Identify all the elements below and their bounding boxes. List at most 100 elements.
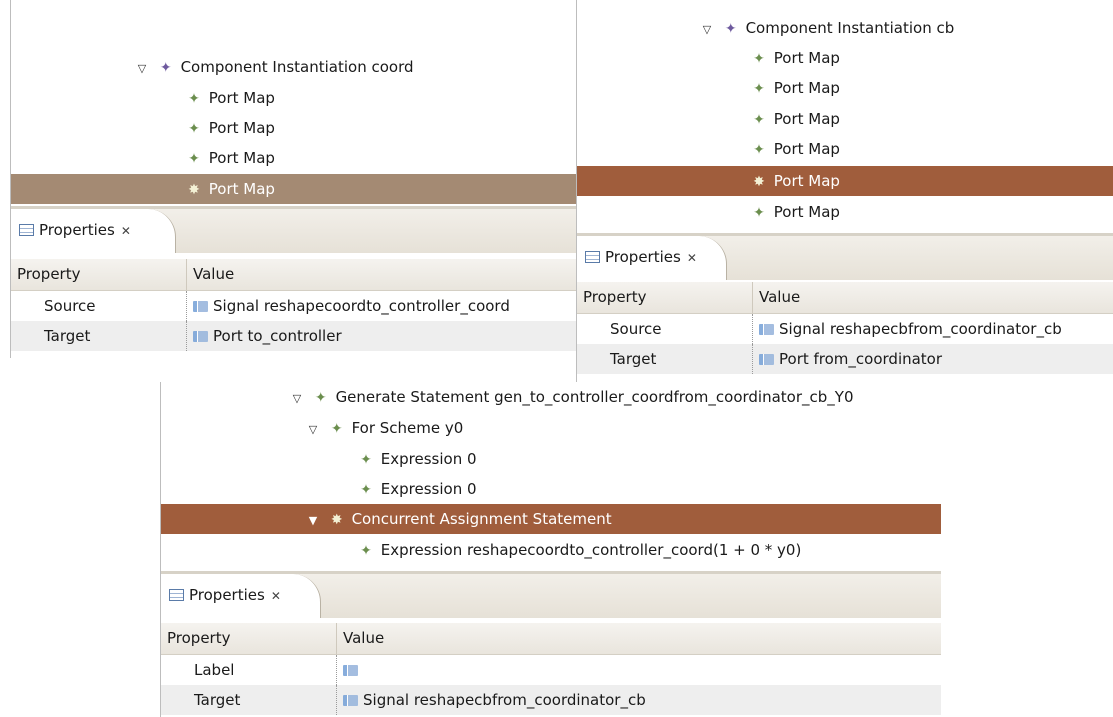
collapse-icon[interactable]: ▽ xyxy=(288,384,306,414)
tree-node-port-map[interactable]: ✦ Port Map xyxy=(577,197,1113,227)
green-diamond-icon: ✦ xyxy=(188,121,200,137)
table-row[interactable]: Source Signal reshapecbfrom_coordinator_… xyxy=(577,314,1113,344)
properties-view: Properties ✕ Property Value Source Signal… xyxy=(11,206,577,358)
table-row[interactable]: Target Port to_controller xyxy=(11,321,577,351)
port-icon xyxy=(759,354,774,365)
property-value-text: Port from_coordinator xyxy=(779,350,943,368)
property-value-text: Signal reshapecoordto_controller_coord xyxy=(213,297,510,315)
column-header-value[interactable]: Value xyxy=(186,259,234,290)
green-diamond-icon: ✦ xyxy=(753,205,765,221)
collapse-icon[interactable]: ▽ xyxy=(698,15,716,45)
properties-view: Properties ✕ Property Value Label Target … xyxy=(161,571,941,717)
sparkle-icon: ✸ xyxy=(753,174,765,190)
tree-node-label: Port Map xyxy=(208,89,275,107)
label-icon xyxy=(343,665,358,676)
tab-properties[interactable]: Properties ✕ xyxy=(11,209,176,253)
property-name: Source xyxy=(610,320,662,338)
green-diamond-icon: ✦ xyxy=(753,51,765,67)
tree-node-label: Port Map xyxy=(773,49,840,67)
sparkle-icon: ✸ xyxy=(188,182,200,198)
tree-node-for-scheme[interactable]: ▽ ✦ For Scheme y0 xyxy=(161,413,941,443)
tree-node-label: Generate Statement gen_to_controller_coo… xyxy=(335,388,854,406)
properties-view: Properties ✕ Property Value Source Signal… xyxy=(577,233,1113,382)
tree-node-label: Expression 0 xyxy=(380,480,477,498)
column-header-property[interactable]: Property xyxy=(167,623,230,654)
tree-node-port-map[interactable]: ✦ Port Map xyxy=(577,43,1113,73)
panel-component-cb: ▽ ✦ Component Instantiation cb ✦ Port Ma… xyxy=(576,0,1113,382)
properties-tabbar: Properties ✕ xyxy=(161,571,941,618)
tree-node-port-map[interactable]: ✦ Port Map xyxy=(11,143,577,173)
close-icon[interactable]: ✕ xyxy=(271,589,281,603)
purple-diamond-icon: ✦ xyxy=(724,21,737,37)
property-value-text: Signal reshapecbfrom_coordinator_cb xyxy=(363,691,646,709)
tree-node-label: Port Map xyxy=(773,79,840,97)
tree-node-component-instantiation[interactable]: ▽ ✦ Component Instantiation coord xyxy=(11,52,577,82)
tree-node-port-map-selected[interactable]: ✸ Port Map xyxy=(577,166,1113,196)
green-diamond-icon: ✦ xyxy=(753,81,765,97)
property-value-text: Port to_controller xyxy=(213,327,342,345)
table-row[interactable]: Label xyxy=(161,655,941,685)
tree-node-port-map[interactable]: ✦ Port Map xyxy=(577,73,1113,103)
tree-node-label: Port Map xyxy=(208,180,275,198)
signal-icon xyxy=(759,324,774,335)
tree-node-port-map[interactable]: ✦ Port Map xyxy=(11,113,577,143)
sparkle-icon: ✸ xyxy=(330,512,343,528)
property-value: Port to_controller xyxy=(186,321,342,351)
tree-node-component-instantiation[interactable]: ▽ ✦ Component Instantiation cb xyxy=(577,13,1113,43)
tree-node-concurrent-assignment-selected[interactable]: ▼ ✸ Concurrent Assignment Statement xyxy=(161,504,941,534)
property-name: Target xyxy=(194,691,241,709)
property-value-text: Signal reshapecbfrom_coordinator_cb xyxy=(779,320,1062,338)
signal-icon xyxy=(193,301,208,312)
properties-tabbar: Properties ✕ xyxy=(11,206,577,253)
table-row[interactable]: Target Signal reshapecbfrom_coordinator_… xyxy=(161,685,941,715)
green-diamond-icon: ✦ xyxy=(753,142,765,158)
panel-generate-statement: ▽ ✦ Generate Statement gen_to_controller… xyxy=(160,382,941,717)
tree-node-generate-statement[interactable]: ▽ ✦ Generate Statement gen_to_controller… xyxy=(161,382,941,412)
collapse-icon[interactable]: ▽ xyxy=(304,415,322,445)
tree-node-expression[interactable]: ✦ Expression 0 xyxy=(161,444,941,474)
column-header-value[interactable]: Value xyxy=(336,623,384,654)
properties-icon xyxy=(19,224,34,236)
tree-node-port-map-selected[interactable]: ✸ Port Map xyxy=(11,174,577,204)
tab-properties[interactable]: Properties ✕ xyxy=(577,236,727,280)
property-value: Port from_coordinator xyxy=(752,344,942,374)
tree-node-label: Port Map xyxy=(773,172,840,190)
tree-node-label: Expression reshapecoordto_controller_coo… xyxy=(380,541,802,559)
table-row[interactable]: Target Port from_coordinator xyxy=(577,344,1113,374)
tree-node-port-map[interactable]: ✦ Port Map xyxy=(11,83,577,113)
collapse-icon[interactable]: ▽ xyxy=(133,54,151,84)
tree-node-label: Port Map xyxy=(208,149,275,167)
port-icon xyxy=(193,331,208,342)
tree-node-label: Component Instantiation coord xyxy=(180,58,414,76)
tab-label: Properties xyxy=(189,586,265,604)
property-name: Target xyxy=(44,327,91,345)
close-icon[interactable]: ✕ xyxy=(121,224,131,238)
properties-icon xyxy=(169,589,184,601)
column-header-property[interactable]: Property xyxy=(583,282,646,313)
tree-node-expression[interactable]: ✦ Expression reshapecoordto_controller_c… xyxy=(161,535,941,565)
expand-icon[interactable]: ▼ xyxy=(304,506,322,536)
signal-icon xyxy=(343,695,358,706)
column-header-property[interactable]: Property xyxy=(17,259,80,290)
table-header: Property Value xyxy=(577,282,1113,314)
tree-node-port-map[interactable]: ✦ Port Map xyxy=(577,134,1113,164)
purple-diamond-icon: ✦ xyxy=(159,60,172,76)
tree-node-label: Component Instantiation cb xyxy=(745,19,955,37)
tree-node-port-map[interactable]: ✦ Port Map xyxy=(577,104,1113,134)
tree-node-label: Expression 0 xyxy=(380,450,477,468)
outline-tree: ▽ ✦ Component Instantiation cb ✦ Port Ma… xyxy=(577,0,1113,230)
tree-node-label: For Scheme y0 xyxy=(351,419,464,437)
green-diamond-icon: ✦ xyxy=(314,390,327,406)
tab-properties[interactable]: Properties ✕ xyxy=(161,574,321,618)
property-value: Signal reshapecbfrom_coordinator_cb xyxy=(336,685,646,715)
table-row[interactable]: Source Signal reshapecoordto_controller_… xyxy=(11,291,577,321)
panel-component-coord: ▽ ✦ Component Instantiation coord ✦ Port… xyxy=(10,0,577,358)
tree-node-label: Port Map xyxy=(773,140,840,158)
table-header: Property Value xyxy=(161,623,941,655)
properties-icon xyxy=(585,251,600,263)
property-name: Source xyxy=(44,297,96,315)
column-header-value[interactable]: Value xyxy=(752,282,800,313)
close-icon[interactable]: ✕ xyxy=(687,251,697,265)
tree-node-expression[interactable]: ✦ Expression 0 xyxy=(161,474,941,504)
green-diamond-icon: ✦ xyxy=(188,151,200,167)
